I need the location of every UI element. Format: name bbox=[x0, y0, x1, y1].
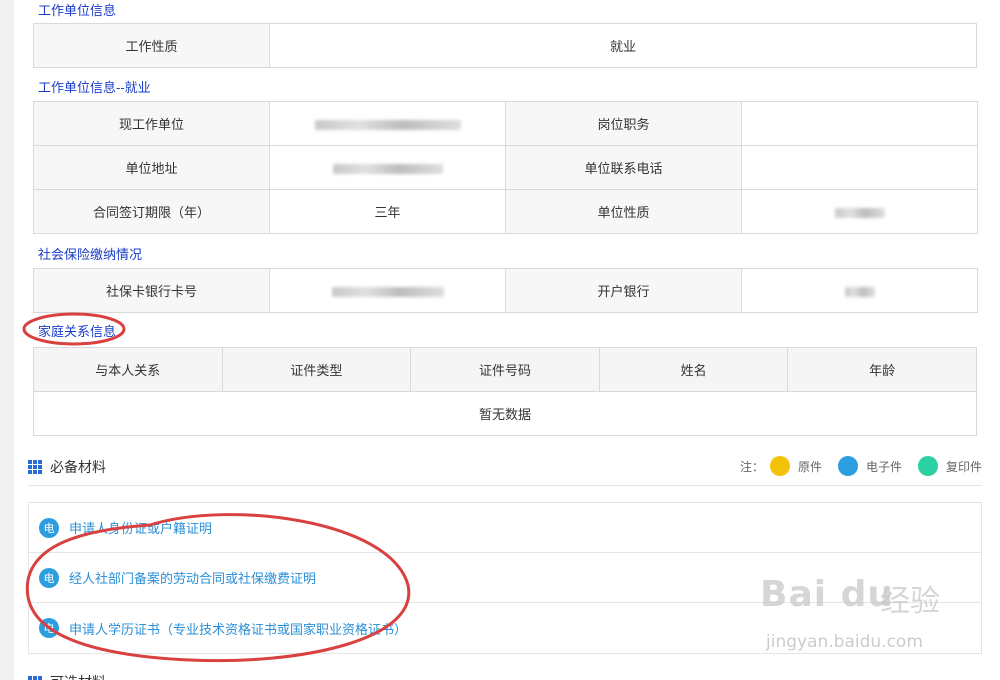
electronic-badge-icon: 电 bbox=[39, 567, 59, 588]
legend-electronic: 电子件 bbox=[865, 459, 902, 474]
bank-card-label: 社保卡银行卡号 bbox=[33, 268, 270, 313]
column-header-name: 姓名 bbox=[598, 347, 789, 392]
material-type-legend: 注： 原件 电子件 复印件 bbox=[740, 456, 982, 476]
legend-copy: 复印件 bbox=[945, 459, 982, 474]
work-nature-value: 就业 bbox=[269, 23, 977, 68]
unit-address-label: 单位地址 bbox=[33, 145, 270, 190]
material-link-education-certificate[interactable]: 申请人学历证书（专业技术资格证书或国家职业资格证书） bbox=[69, 619, 407, 638]
column-header-id-number: 证件号码 bbox=[410, 347, 600, 392]
watermark-url: jingyan.baidu.com bbox=[766, 632, 923, 652]
legend-original: 原件 bbox=[797, 459, 822, 474]
legend-note: 注： bbox=[739, 459, 764, 474]
column-header-id-type: 证件类型 bbox=[221, 347, 412, 392]
family-table: 与本人关系 证件类型 证件号码 姓名 年龄 暂无数据 bbox=[33, 347, 977, 436]
original-dot-icon bbox=[769, 456, 790, 476]
table-row: 工作性质 就业 bbox=[33, 23, 977, 68]
watermark-brand: Bai du bbox=[760, 574, 895, 615]
unit-phone-label: 单位联系电话 bbox=[505, 145, 742, 190]
table-row: 现工作单位 岗位职务 bbox=[33, 101, 978, 146]
bank-card-value-redacted bbox=[269, 268, 506, 313]
table-row: 社保卡银行卡号 开户银行 bbox=[33, 268, 978, 313]
electronic-badge-icon: 电 bbox=[39, 618, 59, 638]
employment-table: 现工作单位 岗位职务 单位地址 单位联系电话 合同签订期限（年） 三年 单位性质 bbox=[33, 101, 978, 234]
table-header-row: 与本人关系 证件类型 证件号码 姓名 年龄 bbox=[33, 347, 977, 392]
optional-materials-title: 可选材料 bbox=[50, 672, 106, 680]
baidu-watermark: Bai du 经验 jingyan.baidu.com bbox=[760, 568, 990, 668]
section-title-employment: 工作单位信息--就业 bbox=[38, 80, 151, 95]
copy-dot-icon bbox=[917, 456, 938, 476]
unit-nature-label: 单位性质 bbox=[505, 189, 742, 234]
position-value bbox=[741, 101, 978, 146]
grid-icon bbox=[28, 460, 42, 474]
position-label: 岗位职务 bbox=[505, 101, 742, 146]
empty-data-text: 暂无数据 bbox=[33, 391, 977, 436]
social-security-table: 社保卡银行卡号 开户银行 bbox=[33, 268, 978, 313]
section-title-social-security: 社会保险缴纳情况 bbox=[38, 247, 143, 262]
bank-name-value-redacted bbox=[741, 268, 978, 313]
current-unit-label: 现工作单位 bbox=[33, 101, 270, 146]
grid-icon bbox=[28, 676, 42, 680]
current-unit-value-redacted bbox=[269, 101, 506, 146]
table-row: 暂无数据 bbox=[33, 391, 977, 436]
material-link-labor-contract[interactable]: 经人社部门备案的劳动合同或社保缴费证明 bbox=[69, 568, 316, 587]
electronic-badge-icon: 电 bbox=[39, 517, 59, 538]
table-row: 合同签订期限（年） 三年 单位性质 bbox=[33, 189, 978, 234]
contract-term-label: 合同签订期限（年） bbox=[33, 189, 270, 234]
unit-nature-value-redacted bbox=[741, 189, 978, 234]
unit-address-value-redacted bbox=[269, 145, 506, 190]
required-materials-header: 必备材料 注： 原件 电子件 复印件 bbox=[28, 452, 982, 486]
unit-phone-value bbox=[741, 145, 978, 190]
section-title-family: 家庭关系信息 bbox=[38, 324, 117, 339]
electronic-dot-icon bbox=[837, 456, 858, 476]
list-item: 电 申请人身份证或户籍证明 bbox=[29, 503, 981, 553]
column-header-relation: 与本人关系 bbox=[33, 347, 223, 392]
section-title-work-unit: 工作单位信息 bbox=[38, 3, 117, 18]
table-row: 单位地址 单位联系电话 bbox=[33, 145, 978, 190]
contract-term-value: 三年 bbox=[269, 189, 506, 234]
work-nature-label: 工作性质 bbox=[33, 23, 270, 68]
column-header-age: 年龄 bbox=[787, 347, 977, 392]
watermark-brand-cn: 经验 bbox=[880, 584, 940, 619]
material-link-id-proof[interactable]: 申请人身份证或户籍证明 bbox=[69, 518, 212, 537]
required-materials-title: 必备材料 bbox=[50, 459, 106, 475]
bank-name-label: 开户银行 bbox=[505, 268, 742, 313]
work-unit-table: 工作性质 就业 bbox=[33, 23, 977, 68]
